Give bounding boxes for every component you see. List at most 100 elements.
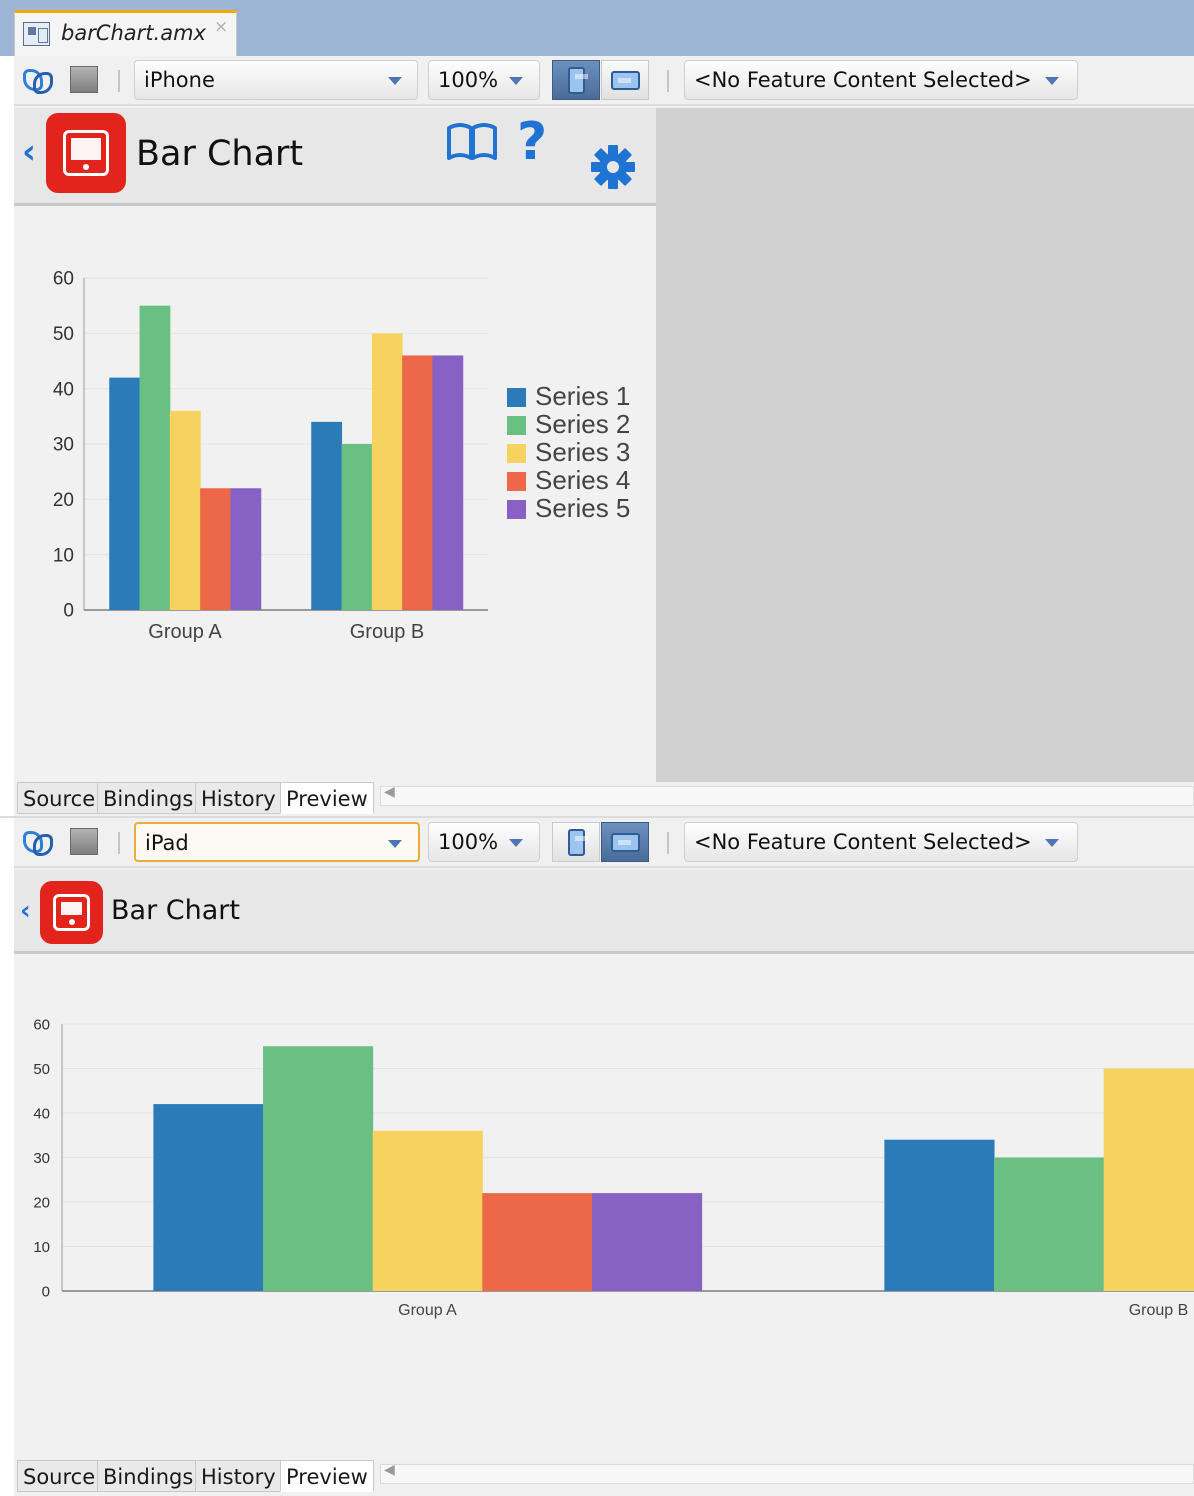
x-category-label: Group A xyxy=(148,621,222,643)
device-select[interactable]: iPhone xyxy=(134,60,418,100)
legend-label: Series 5 xyxy=(535,493,630,523)
x-category-label: Group A xyxy=(398,1302,457,1319)
tab-source[interactable]: Source xyxy=(17,782,102,814)
ide-window: barChart.amx × iPhone 100% <No Feature C… xyxy=(0,0,1194,1496)
file-tab[interactable]: barChart.amx × xyxy=(14,10,237,56)
y-tick-label: 40 xyxy=(33,1105,50,1122)
zoom-select[interactable]: 100% xyxy=(428,60,540,100)
tab-preview[interactable]: Preview xyxy=(280,1460,374,1492)
y-tick-label: 30 xyxy=(33,1150,50,1167)
bar xyxy=(432,355,464,610)
tab-bindings[interactable]: Bindings xyxy=(97,1460,200,1492)
legend-swatch xyxy=(507,444,526,463)
close-icon[interactable]: × xyxy=(214,17,228,37)
landscape-orientation-button[interactable] xyxy=(601,822,649,862)
editor-bottom-tabs: Source Bindings History Preview ◀ xyxy=(14,1460,1194,1494)
legend-label: Series 1 xyxy=(535,381,630,411)
tab-preview[interactable]: Preview xyxy=(280,782,374,814)
bar xyxy=(341,444,373,610)
scroll-left-arrow-icon[interactable]: ◀ xyxy=(384,784,395,800)
chevron-down-icon xyxy=(1045,839,1059,847)
gear-icon[interactable] xyxy=(588,142,638,192)
feature-select[interactable]: <No Feature Content Selected> xyxy=(684,822,1078,862)
chevron-down-icon xyxy=(1045,77,1059,85)
toolbar-separator xyxy=(118,70,120,92)
tab-history[interactable]: History xyxy=(195,782,282,814)
refresh-icon[interactable] xyxy=(22,66,56,96)
toolbar-separator xyxy=(667,832,669,854)
tab-history[interactable]: History xyxy=(195,1460,282,1492)
editor-tab-strip: barChart.amx × xyxy=(0,0,1194,56)
y-tick-label: 30 xyxy=(53,435,74,456)
app-logo-icon xyxy=(40,881,103,944)
y-tick-label: 10 xyxy=(53,545,74,566)
chevron-down-icon xyxy=(509,77,523,85)
horizontal-scrollbar[interactable] xyxy=(380,786,1194,806)
bar xyxy=(169,410,201,610)
zoom-select[interactable]: 100% xyxy=(428,822,540,862)
y-tick-label: 60 xyxy=(33,1016,50,1033)
portrait-orientation-button[interactable] xyxy=(552,60,600,100)
legend-swatch xyxy=(507,416,526,435)
x-category-label: Group B xyxy=(350,621,424,643)
legend-swatch xyxy=(507,500,526,519)
file-tab-label: barChart.amx xyxy=(61,21,206,45)
chevron-down-icon xyxy=(388,77,402,85)
legend-label: Series 4 xyxy=(535,465,630,495)
stop-icon[interactable] xyxy=(70,66,98,93)
bar-chart: 0 10 20 30 40 50 60 Group A Group B xyxy=(33,1016,1194,1319)
preview-canvas-background xyxy=(656,108,1194,782)
device-select-value: iPad xyxy=(145,831,189,855)
y-tick-label: 10 xyxy=(33,1239,50,1256)
device-select-value: iPhone xyxy=(144,68,215,92)
feature-select-value: <No Feature Content Selected> xyxy=(694,830,1032,854)
tab-source[interactable]: Source xyxy=(17,1460,102,1492)
refresh-icon[interactable] xyxy=(22,828,56,858)
editor-bottom-tabs: Source Bindings History Preview ◀ xyxy=(14,782,1194,816)
feature-select-value: <No Feature Content Selected> xyxy=(694,68,1032,92)
y-tick-label: 20 xyxy=(33,1194,50,1211)
app-header: ‹ Bar Chart xyxy=(14,870,1194,954)
horizontal-scrollbar[interactable] xyxy=(380,1464,1194,1484)
bar xyxy=(200,488,231,610)
bar xyxy=(372,1130,483,1291)
preview-pane-ipad: iPad 100% <No Feature Content Selected> … xyxy=(14,818,1194,1496)
app-title: Bar Chart xyxy=(136,134,304,174)
landscape-orientation-button[interactable] xyxy=(601,60,649,100)
app-logo-icon xyxy=(46,113,126,193)
app-title: Bar Chart xyxy=(111,895,240,926)
bar xyxy=(263,1046,374,1291)
book-icon[interactable] xyxy=(446,120,498,162)
bar xyxy=(884,1139,995,1291)
feature-select[interactable]: <No Feature Content Selected> xyxy=(684,60,1078,100)
toolbar-separator xyxy=(118,832,120,854)
landscape-device-icon xyxy=(611,833,640,852)
y-tick-label: 60 xyxy=(53,269,74,290)
landscape-device-icon xyxy=(611,71,640,90)
legend-label: Series 2 xyxy=(535,409,630,439)
bar xyxy=(153,1104,264,1291)
chevron-down-icon xyxy=(388,840,402,848)
tab-bindings[interactable]: Bindings xyxy=(97,782,200,814)
stop-icon[interactable] xyxy=(70,828,98,855)
device-select[interactable]: iPad xyxy=(134,822,420,862)
device-preview: ‹ Bar Chart ? 0 10 20 30 40 50 60 Group … xyxy=(14,108,656,782)
y-tick-label: 50 xyxy=(53,324,74,345)
portrait-device-icon xyxy=(568,67,588,94)
chevron-down-icon xyxy=(509,839,523,847)
back-chevron-icon[interactable]: ‹ xyxy=(22,132,36,172)
legend-swatch xyxy=(507,472,526,491)
portrait-orientation-button[interactable] xyxy=(552,822,600,862)
preview-toolbar: iPad 100% <No Feature Content Selected> xyxy=(14,818,1194,868)
legend-swatch xyxy=(507,388,526,407)
scroll-left-arrow-icon[interactable]: ◀ xyxy=(384,1462,395,1478)
bar xyxy=(591,1193,703,1291)
bar xyxy=(1103,1068,1194,1291)
help-icon[interactable]: ? xyxy=(517,112,547,172)
legend-label: Series 3 xyxy=(535,437,630,467)
y-tick-label: 40 xyxy=(53,379,74,400)
back-chevron-icon[interactable]: ‹ xyxy=(20,896,31,926)
app-header: ‹ Bar Chart ? xyxy=(14,108,656,206)
bar xyxy=(371,333,403,610)
preview-pane-iphone: iPhone 100% <No Feature Content Selected… xyxy=(14,56,1194,816)
